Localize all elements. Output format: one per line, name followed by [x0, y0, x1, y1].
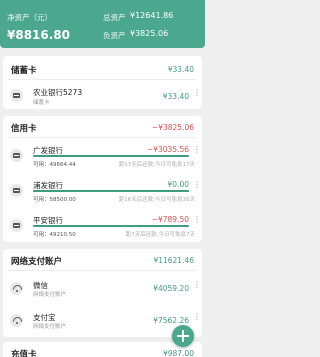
account-name: 农业银行5273 — [33, 88, 83, 97]
stored-value-section: 充值卡 ¥987.00 — [3, 342, 202, 357]
account-row-alipay[interactable]: 支付宝 网络支付账户 ¥7562.26 ⋮ — [8, 305, 201, 335]
account-row-spdb[interactable]: 浦发银行 ¥0.00 可用：58500.00 距16天后还款,今日可免息16天 … — [8, 175, 201, 209]
bank-card-icon — [10, 89, 23, 102]
more-vertical-icon[interactable]: ⋮ — [193, 313, 201, 321]
total-assets-value: ¥12641.86 — [130, 11, 174, 20]
account-balance: −¥789.50 — [151, 215, 189, 224]
net-assets-header: 净资产（元） ¥8816.80 总资产 ¥12641.86 负资产 ¥3825.… — [0, 0, 205, 48]
credit-title: 信用卡 — [11, 124, 37, 134]
account-balance: ¥4059.20 — [153, 284, 189, 293]
credit-usage-bar — [33, 190, 189, 192]
account-balance: ¥33.40 — [162, 92, 189, 101]
net-assets-label: 净资产（元） — [7, 13, 52, 22]
more-vertical-icon[interactable]: ⋮ — [193, 181, 201, 189]
account-type: 网络支付账户 — [33, 292, 67, 298]
credit-usage-bar — [33, 225, 189, 227]
savings-header: 储蓄卡 ¥33.40 — [8, 60, 196, 80]
more-vertical-icon[interactable]: ⋮ — [193, 89, 201, 97]
available-credit: 可用：49664.44 — [33, 162, 76, 168]
credit-header: 信用卡 −¥3825.06 — [8, 118, 196, 138]
account-row-cgb[interactable]: 广发银行 −¥3035.56 可用：49664.44 距17天后还款,今日可免息… — [8, 140, 201, 174]
bank-card-icon — [10, 219, 23, 232]
online-total: ¥11621.46 — [153, 256, 194, 265]
account-row-abc[interactable]: 农业银行5273 储蓄卡 ¥33.40 ⋮ — [8, 80, 201, 110]
account-balance: ¥0.00 — [167, 180, 189, 189]
more-vertical-icon[interactable]: ⋮ — [193, 146, 201, 154]
online-header: 网络支付账户 ¥11621.46 — [8, 251, 196, 271]
savings-section: 储蓄卡 ¥33.40 农业银行5273 储蓄卡 ¥33.40 ⋮ — [3, 56, 202, 109]
savings-total: ¥33.40 — [167, 65, 194, 74]
credit-total: −¥3825.06 — [151, 123, 194, 132]
account-balance: −¥3035.56 — [146, 145, 189, 154]
credit-usage-bar — [33, 155, 189, 157]
repayment-note: 距17天后还款,今日可免息17天 — [118, 162, 195, 168]
repayment-note: 距7天后还款,今日可免息7天 — [125, 232, 195, 238]
net-assets-value: ¥8816.80 — [7, 28, 71, 42]
stored-header: 充值卡 ¥987.00 — [8, 344, 196, 357]
credit-section: 信用卡 −¥3825.06 广发银行 −¥3035.56 可用：49664.44… — [3, 116, 202, 242]
bank-card-icon — [10, 184, 23, 197]
online-payment-section: 网络支付账户 ¥11621.46 微信 网络支付账户 ¥4059.20 ⋮ 支付… — [3, 249, 202, 337]
liabilities-label: 负资产 — [103, 31, 126, 40]
account-balance: ¥7562.26 — [153, 316, 189, 325]
wallet-icon — [10, 282, 23, 295]
account-type: 储蓄卡 — [33, 100, 50, 106]
more-vertical-icon[interactable]: ⋮ — [193, 216, 201, 224]
repayment-note: 距16天后还款,今日可免息16天 — [118, 197, 195, 203]
bank-card-icon — [10, 149, 23, 162]
account-row-wechat[interactable]: 微信 网络支付账户 ¥4059.20 ⋮ — [8, 273, 201, 303]
more-vertical-icon[interactable]: ⋮ — [193, 281, 201, 289]
total-assets-label: 总资产 — [103, 13, 126, 22]
savings-title: 储蓄卡 — [11, 66, 37, 76]
available-credit: 可用：58500.00 — [33, 197, 76, 203]
wallet-icon — [10, 314, 23, 327]
stored-total: ¥987.00 — [162, 349, 194, 357]
liabilities-value: ¥3825.06 — [130, 29, 169, 38]
online-title: 网络支付账户 — [11, 257, 63, 267]
add-account-button[interactable] — [172, 325, 194, 347]
available-credit: 可用：49210.50 — [33, 232, 76, 238]
account-type: 网络支付账户 — [33, 324, 67, 330]
stored-title: 充值卡 — [11, 350, 37, 357]
account-row-pingan[interactable]: 平安银行 −¥789.50 可用：49210.50 距7天后还款,今日可免息7天… — [8, 210, 201, 242]
